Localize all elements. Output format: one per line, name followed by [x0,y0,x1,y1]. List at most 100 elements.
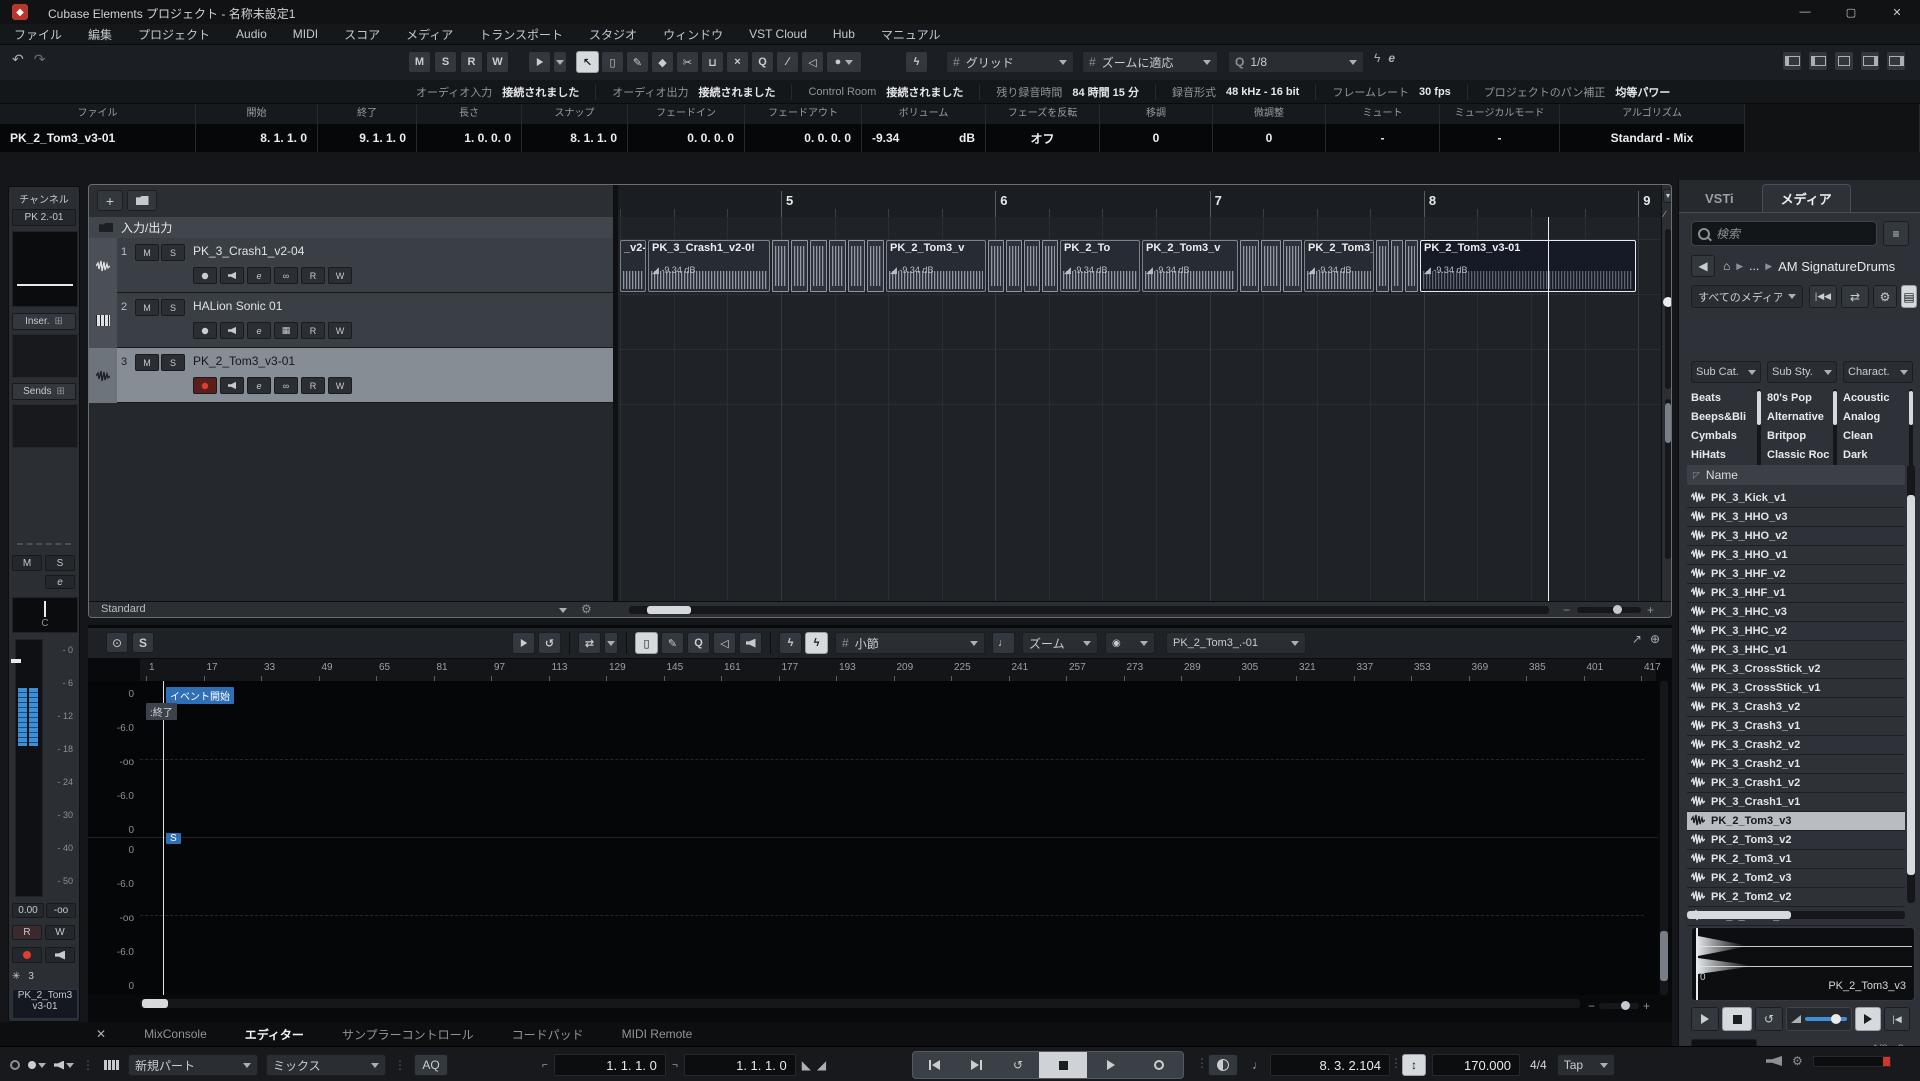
sends-slots[interactable] [12,404,78,448]
track-freeze-button[interactable]: ∞ [274,377,298,394]
right-locator-flag-icon[interactable]: ⌐ [672,1060,678,1071]
filter-dropdown-Sub Cat.[interactable]: Sub Cat. [1691,361,1761,383]
filter-value-Alternative[interactable]: Alternative [1767,408,1839,427]
tempo-display[interactable]: 170.000 [1432,1054,1520,1076]
info-フェーズを反転[interactable]: フェーズを反転オフ [986,104,1100,152]
channel-pan-display[interactable] [12,231,78,307]
filter-value-Beats[interactable]: Beats [1691,389,1763,408]
menu-MIDI[interactable]: MIDI [293,27,318,41]
color-tool[interactable]: ● [826,51,862,73]
menu-編集[interactable]: 編集 [88,26,112,43]
automation-m-button[interactable]: M [408,51,431,73]
menu-ウィンドウ[interactable]: ウィンドウ [663,26,723,43]
punch-out-icon[interactable]: ◢ [817,1058,826,1072]
grid-type-dropdown[interactable]: #ズームに適応 [1082,51,1218,73]
info-長さ[interactable]: 長さ1. 0. 0. 0 [417,104,522,152]
line-tool[interactable]: ∕ [776,51,799,73]
filter-scrollbar[interactable] [1757,389,1761,473]
tap-tempo-button[interactable]: Tap [1557,1054,1615,1076]
track-mute-button[interactable]: M [135,244,159,261]
filter-value-Classic Roc[interactable]: Classic Roc [1767,446,1839,465]
editor-zoom-slider[interactable] [1599,1003,1639,1009]
track-record-button[interactable] [193,377,217,394]
menu-プロジェクト[interactable]: プロジェクト [138,26,210,43]
track-record-button[interactable] [193,322,217,339]
zoom-in-icon[interactable]: + [1647,603,1654,617]
file-row-PK_2_Tom3_v1[interactable]: PK_2_Tom3_v1 [1687,850,1905,869]
editor-autoscroll-button[interactable]: ⇄ [578,632,601,654]
file-row-PK_3_HHF_v1[interactable]: PK_3_HHF_v1 [1687,584,1905,603]
file-row-PK_3_Crash3_v1[interactable]: PK_3_Crash3_v1 [1687,717,1905,736]
info-フェードイン[interactable]: フェードイン0. 0. 0. 0 [628,104,745,152]
transport-gear-icon[interactable]: ⚙ [1792,1054,1803,1068]
editor-part-dropdown[interactable]: PK_2_Tom3_.-01 [1166,632,1306,654]
editor-clock-icon[interactable]: ⊕ [1650,632,1660,646]
tab-media[interactable]: メディア [1762,184,1851,212]
draw-tool[interactable]: ✎ [626,51,649,73]
menu-Audio[interactable]: Audio [236,27,267,41]
info-ボリューム[interactable]: ボリューム-9.34dB [862,104,986,152]
filter-value-Beeps&Bli[interactable]: Beeps&Bli [1691,408,1763,427]
filter-scrollbar[interactable] [1833,389,1837,473]
object-selection-tool[interactable]: ↖ [576,51,599,73]
channel-fader-handle[interactable] [11,659,21,663]
audio-event-PK_2_Tom3_v3-01[interactable]: PK_2_Tom3_v3-01◢ -9.34 dB [1420,240,1636,292]
menu-トランスポート[interactable]: トランスポート [479,26,563,43]
file-row-PK_2_Tom3_v2[interactable]: PK_2_Tom3_v2 [1687,831,1905,850]
preview-volume-slider[interactable] [1786,1007,1852,1031]
autoscroll-button[interactable] [528,51,551,73]
audio-event-PK_3_Crash1_v2-0![interactable]: PK_3_Crash1_v2-0!◢ -9.34 dB [648,240,770,292]
preview-loop-button[interactable]: ↺ [1755,1007,1783,1031]
play-tool[interactable]: ◁ [801,51,824,73]
pre-roll-button[interactable] [1208,1054,1238,1076]
audio-event-PK_2_To[interactable]: PK_2_To◢ -9.34 dB [1060,240,1140,292]
tab-MIDI Remote[interactable]: MIDI Remote [622,1027,693,1041]
vertical-zoom-slider[interactable] [1665,229,1671,389]
split-tool[interactable]: ✂ [676,51,699,73]
info-終了[interactable]: 終了9. 1. 1. 0 [318,104,417,152]
automation-w-button[interactable]: W [486,51,509,73]
align-beats-button[interactable]: |◀ [1884,1007,1910,1031]
maximize-button[interactable]: ▢ [1828,0,1874,24]
channel-solo-button[interactable]: S [45,555,75,571]
go-to-end-button[interactable] [955,1052,997,1078]
file-row-PK_2_Tom3_v3[interactable]: PK_2_Tom3_v3 [1687,812,1905,831]
monitor-level-button[interactable] [54,1061,74,1070]
arrange-h-scrollbar[interactable] [629,606,1549,614]
clip-cluster[interactable] [1240,240,1302,292]
home-icon[interactable]: ⌂ [1723,259,1730,273]
audio-event-PK_2_Tom3_v3[interactable]: PK_2_Tom3_v3◢ -9.34 dB [1304,240,1374,292]
channel-edit-button[interactable]: e [45,575,75,589]
file-list-scrollbar[interactable] [1907,465,1915,903]
editor-snap-zero-button[interactable]: ϟ [779,632,802,654]
zoom-out-icon[interactable]: − [1563,603,1570,617]
channel-write-button[interactable]: W [45,925,75,940]
audio-activity-button[interactable] [28,1061,46,1069]
media-search-input[interactable]: 検索 [1691,221,1877,246]
track-solo-button[interactable]: S [161,299,185,316]
minimize-button[interactable]: — [1782,0,1828,24]
go-to-start-button[interactable] [913,1052,955,1078]
right-locator-value[interactable]: 1. 1. 1. 0 [684,1054,796,1076]
channel-name-button[interactable]: PK 2.-01 [12,209,76,226]
event-start-marker[interactable]: イベント開始 [166,687,234,704]
channel-mute-button[interactable]: M [12,555,42,571]
preview-play-button[interactable] [1691,1007,1719,1031]
time-format-note-icon[interactable]: ♩ [1252,1058,1264,1072]
cycle-button[interactable]: ↺ [997,1052,1039,1078]
file-row-PK_3_HHO_v1[interactable]: PK_3_HHO_v1 [1687,546,1905,565]
file-row-PK_3_Crash3_v2[interactable]: PK_3_Crash3_v2 [1687,698,1905,717]
record-button[interactable] [1135,1052,1183,1078]
aq-button[interactable]: AQ [414,1054,448,1076]
file-row-PK_3_HHO_v2[interactable]: PK_3_HHO_v2 [1687,527,1905,546]
file-row-PK_3_HHO_v3[interactable]: PK_3_HHO_v3 [1687,508,1905,527]
automation-s-button[interactable]: S [434,51,457,73]
filter-value-HiHats[interactable]: HiHats [1691,446,1763,465]
menu-VST Cloud[interactable]: VST Cloud [749,27,807,41]
info-ミュート[interactable]: ミュート- [1326,104,1440,152]
tab-vsti[interactable]: VSTi [1705,191,1734,206]
track-edit-button[interactable]: e [247,377,271,394]
undo-button[interactable]: ↶ [12,51,24,68]
back-button[interactable]: ◀ [1691,255,1715,277]
track-freeze-button[interactable]: ∞ [274,267,298,284]
